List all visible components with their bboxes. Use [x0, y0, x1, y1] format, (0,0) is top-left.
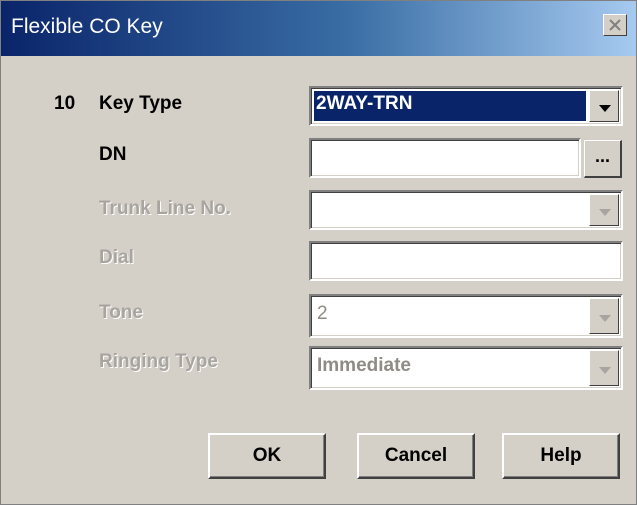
- window-title: Flexible CO Key: [11, 15, 163, 38]
- dn-browse-button[interactable]: ...: [584, 140, 622, 178]
- ok-button[interactable]: OK: [208, 433, 326, 479]
- tone-value: 2: [317, 303, 328, 324]
- ringing-type-label-text: Ringing Type: [99, 351, 218, 372]
- chevron-down-icon: [599, 315, 611, 322]
- trunk-line-label-text: Trunk Line No.: [99, 198, 231, 219]
- key-type-select[interactable]: 2WAY-TRN: [309, 86, 623, 126]
- tone-label-text: Tone: [99, 302, 143, 323]
- ringing-type-value: Immediate: [317, 355, 411, 376]
- key-type-value: 2WAY-TRN: [316, 93, 413, 114]
- close-icon: [609, 19, 621, 31]
- chevron-down-icon: [599, 209, 611, 216]
- ok-button-label: OK: [252, 445, 282, 466]
- help-button[interactable]: Help: [502, 433, 620, 479]
- chevron-down-icon: [599, 367, 611, 374]
- ringing-type-label: Ringing Type: [99, 351, 218, 373]
- dial-label: Dial: [99, 247, 134, 269]
- dial-label-text: Dial: [99, 247, 134, 268]
- flexible-co-key-dialog: Flexible CO Key 10 Key Type 2WAY-TRN DN …: [0, 0, 637, 505]
- ringing-type-select[interactable]: Immediate: [309, 346, 623, 390]
- key-index: 10: [54, 93, 76, 114]
- trunk-line-dropdown-button[interactable]: [589, 194, 619, 226]
- trunk-line-select[interactable]: [309, 190, 623, 230]
- trunk-line-label: Trunk Line No.: [99, 198, 231, 220]
- ringing-type-dropdown-button[interactable]: [589, 350, 619, 386]
- chevron-down-icon: [599, 105, 611, 112]
- key-type-label: Key Type: [99, 93, 183, 114]
- cancel-button[interactable]: Cancel: [357, 433, 475, 479]
- close-button[interactable]: [603, 14, 627, 36]
- dial-input[interactable]: [309, 241, 623, 281]
- help-button-label: Help: [540, 445, 582, 466]
- cancel-button-label: Cancel: [384, 445, 448, 466]
- dn-label: DN: [99, 144, 127, 165]
- tone-dropdown-button[interactable]: [589, 298, 619, 334]
- dn-input[interactable]: [309, 138, 581, 178]
- key-type-dropdown-button[interactable]: [589, 90, 619, 122]
- tone-select[interactable]: 2: [309, 294, 623, 338]
- tone-label: Tone: [99, 302, 143, 324]
- title-bar[interactable]: Flexible CO Key: [1, 1, 636, 56]
